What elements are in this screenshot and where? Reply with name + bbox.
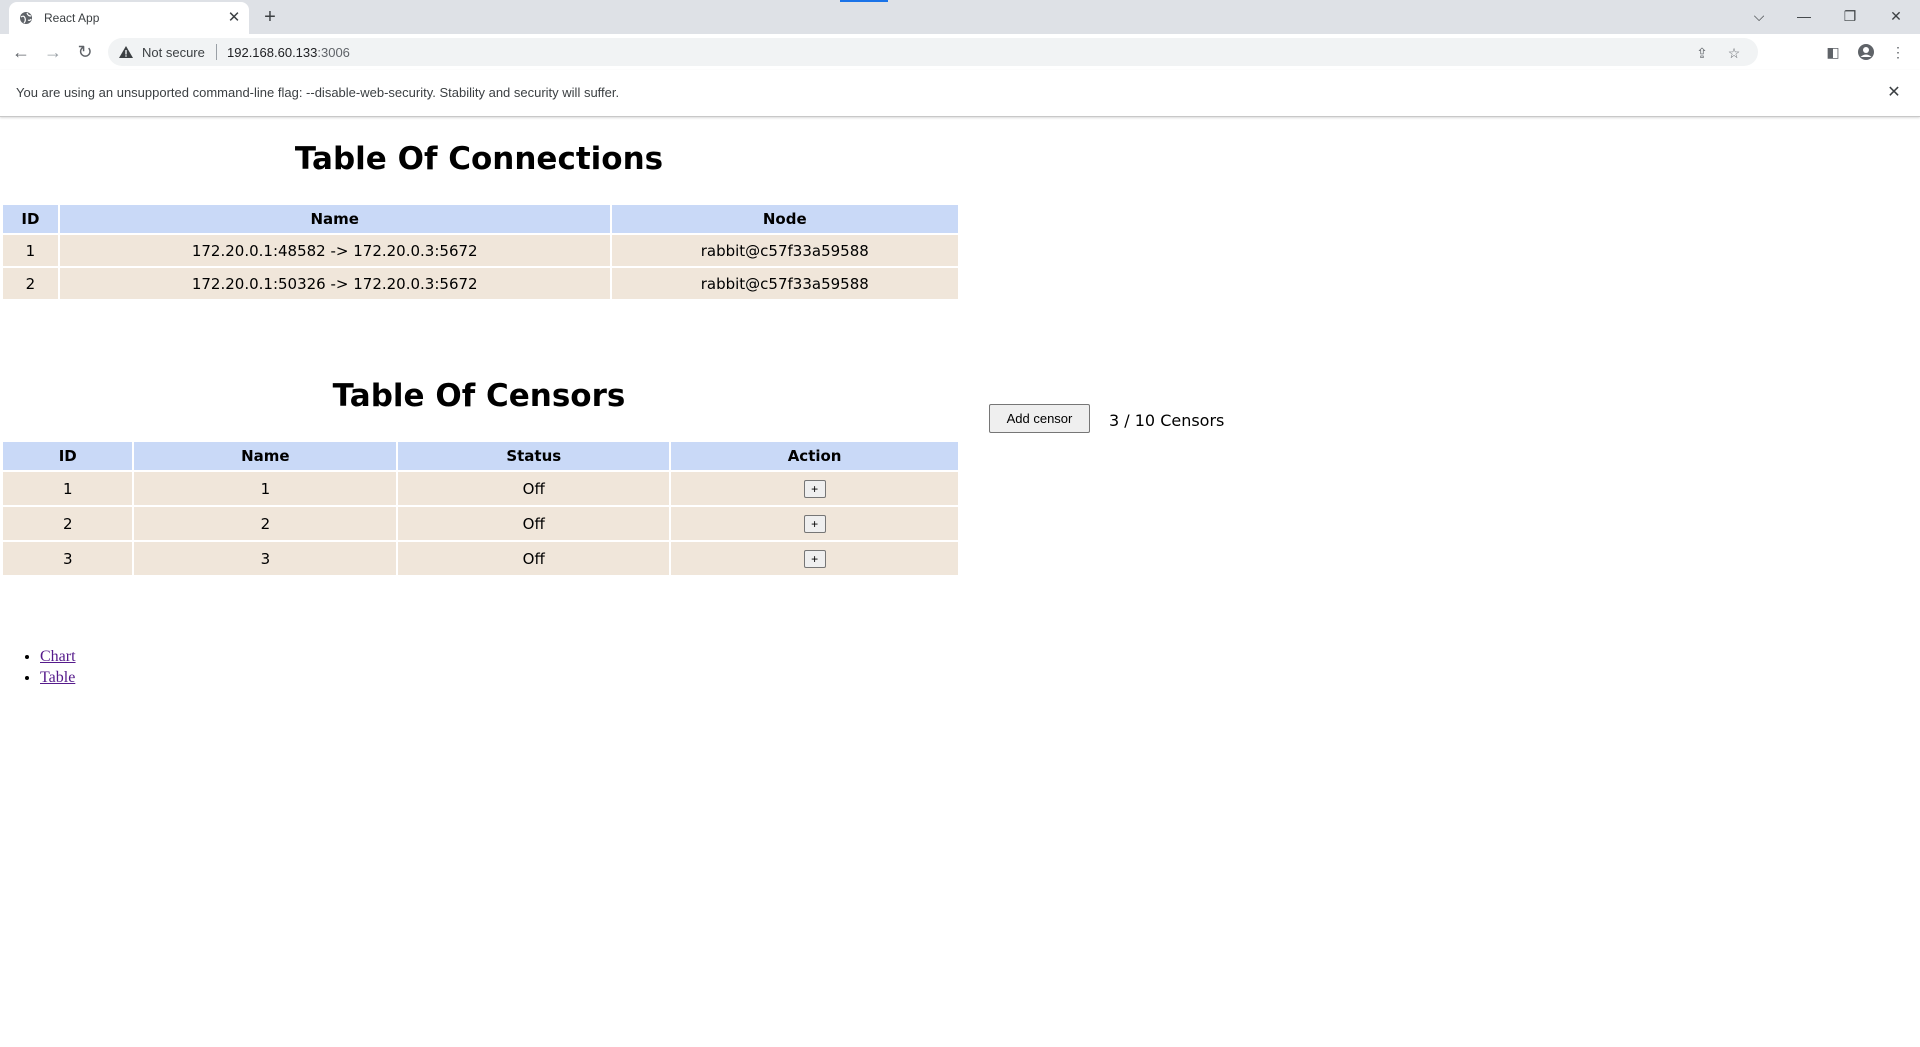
list-item: Table: [40, 667, 76, 688]
censor-toggle-button[interactable]: +: [803, 515, 826, 533]
censor-action-cell: +: [671, 507, 958, 540]
table-row: 1 1 Off +: [3, 472, 958, 505]
column-header-name: Name: [134, 442, 397, 470]
list-item: Chart: [40, 646, 76, 667]
censor-status: Off: [398, 472, 670, 505]
profile-avatar-svg: [1858, 44, 1874, 60]
censor-toggle-button[interactable]: +: [803, 480, 826, 498]
censor-name: 1: [134, 472, 397, 505]
censor-counter: 3 / 10 Censors: [1109, 411, 1225, 430]
warning-icon: [119, 46, 133, 58]
connections-title: Table Of Connections: [294, 141, 664, 177]
side-panel-icon[interactable]: ◧: [1823, 43, 1843, 61]
connection-id: 1: [3, 235, 58, 266]
url-host: 192.168.60.133: [227, 45, 318, 60]
new-tab-button[interactable]: +: [258, 6, 282, 30]
column-header-id: ID: [3, 442, 133, 470]
connection-node: rabbit@c57f33a59588: [611, 235, 958, 266]
address-bar[interactable]: Not secure 192.168.60.133:3006 ⇪ ☆: [108, 38, 1758, 66]
url-port: :3006: [317, 45, 350, 60]
infobar-message: You are using an unsupported command-lin…: [16, 85, 620, 100]
reload-icon[interactable]: ↻: [73, 41, 97, 63]
censors-table: ID Name Status Action 1 1 Off + 2 2 Off …: [1, 440, 960, 577]
share-icon[interactable]: ⇪: [1693, 44, 1711, 62]
connections-header-row: ID Name Node: [3, 205, 958, 233]
censor-status: Off: [398, 542, 670, 575]
browser-tab[interactable]: React App ✕: [9, 2, 249, 34]
minimize-icon[interactable]: —: [1786, 4, 1822, 28]
profile-icon[interactable]: [1856, 43, 1876, 61]
forward-icon[interactable]: →: [41, 41, 65, 63]
tab-strip: React App ✕ + ⌵ — ❐ ✕: [0, 0, 1920, 34]
not-secure-label[interactable]: Not secure: [142, 45, 205, 60]
column-header-name: Name: [59, 205, 610, 233]
connection-id: 2: [3, 268, 58, 299]
table-row: 1 172.20.0.1:48582 -> 172.20.0.3:5672 ra…: [3, 235, 958, 266]
censor-action-cell: +: [671, 542, 958, 575]
censors-header-row: ID Name Status Action: [3, 442, 958, 470]
censor-action-cell: +: [671, 472, 958, 505]
nav-links-list: Chart Table: [0, 646, 76, 688]
column-header-node: Node: [611, 205, 958, 233]
tab-accent-line: [840, 0, 888, 2]
table-row: 3 3 Off +: [3, 542, 958, 575]
back-icon[interactable]: ←: [9, 41, 33, 63]
tab-search-icon[interactable]: ⌵: [1741, 4, 1777, 28]
censor-id: 2: [3, 507, 133, 540]
url-text[interactable]: 192.168.60.133:3006: [227, 45, 350, 60]
column-header-id: ID: [3, 205, 58, 233]
globe-icon: [20, 12, 32, 24]
censor-name: 2: [134, 507, 397, 540]
connections-table: ID Name Node 1 172.20.0.1:48582 -> 172.2…: [1, 203, 960, 301]
address-separator: [216, 44, 217, 60]
warning-infobar: You are using an unsupported command-lin…: [0, 70, 1920, 117]
censor-status: Off: [398, 507, 670, 540]
censor-id: 1: [3, 472, 133, 505]
connection-name: 172.20.0.1:48582 -> 172.20.0.3:5672: [59, 235, 610, 266]
page-content: Table Of Connections ID Name Node 1 172.…: [0, 117, 1920, 1047]
add-censor-button[interactable]: Add censor: [989, 404, 1090, 433]
bookmark-star-icon[interactable]: ☆: [1725, 44, 1743, 62]
connection-node: rabbit@c57f33a59588: [611, 268, 958, 299]
browser-toolbar: ← → ↻ Not secure 192.168.60.133:3006 ⇪ ☆…: [0, 34, 1920, 70]
table-row: 2 2 Off +: [3, 507, 958, 540]
column-header-status: Status: [398, 442, 670, 470]
column-header-action: Action: [671, 442, 958, 470]
tab-close-icon[interactable]: ✕: [225, 9, 243, 27]
censor-toggle-button[interactable]: +: [803, 550, 826, 568]
menu-icon[interactable]: ⋮: [1888, 43, 1908, 61]
censor-name: 3: [134, 542, 397, 575]
window-close-icon[interactable]: ✕: [1878, 4, 1914, 28]
restore-icon[interactable]: ❐: [1832, 4, 1868, 28]
table-row: 2 172.20.0.1:50326 -> 172.20.0.3:5672 ra…: [3, 268, 958, 299]
censor-id: 3: [3, 542, 133, 575]
tab-title: React App: [44, 11, 100, 25]
censors-title: Table Of Censors: [332, 378, 626, 414]
infobar-close-icon[interactable]: ✕: [1883, 82, 1905, 104]
connection-name: 172.20.0.1:50326 -> 172.20.0.3:5672: [59, 268, 610, 299]
chart-link[interactable]: Chart: [40, 648, 76, 665]
table-link[interactable]: Table: [40, 669, 75, 686]
